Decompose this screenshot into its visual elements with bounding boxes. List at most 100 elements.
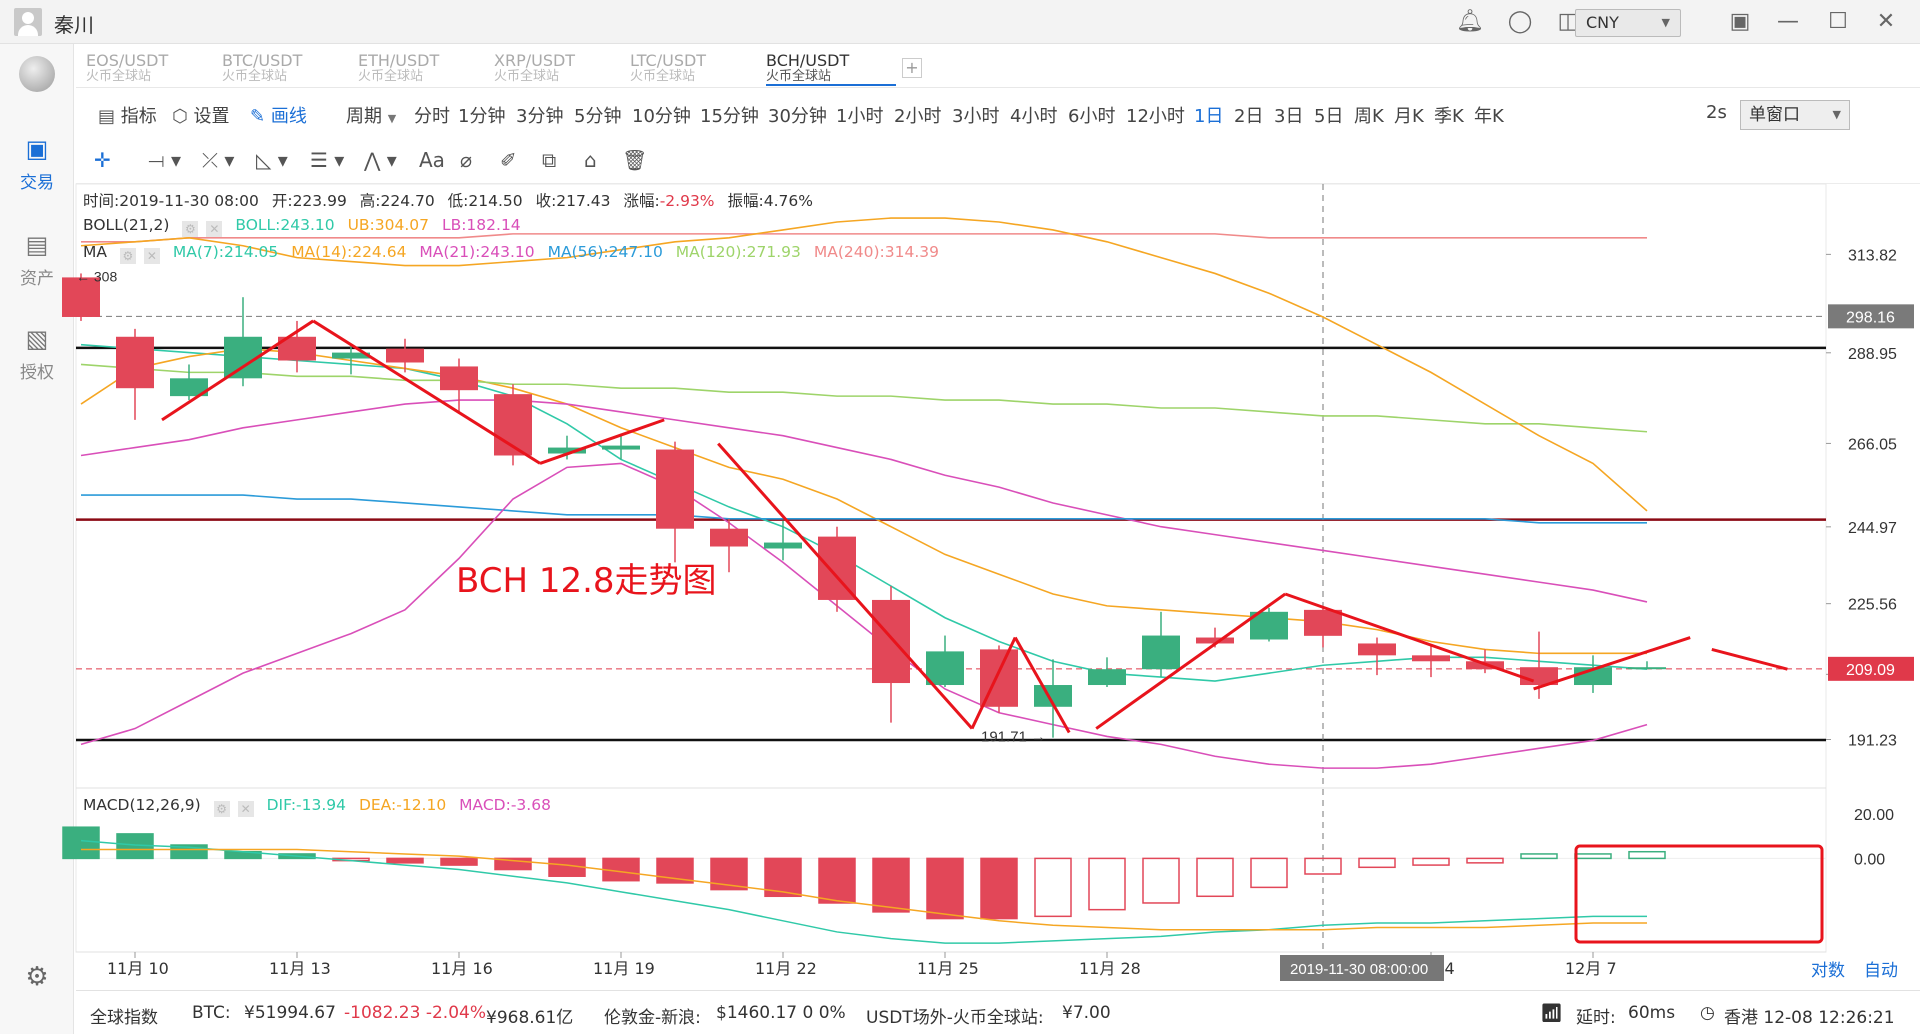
info-close: 收:217.43 [535, 192, 611, 210]
boll-info: BOLL(21,2) ⚙ ✕ BOLL:243.10 UB:304.07 LB:1… [83, 216, 529, 237]
candle-body [602, 445, 640, 450]
trend-arrow [539, 418, 665, 465]
macd-dea: DEA:-12.10 [358, 796, 447, 814]
macd-tick-label: 0.00 [1854, 851, 1885, 868]
ma14-value: MA(14):224.64 [291, 243, 407, 261]
macd-bar [926, 857, 964, 920]
x-tick-label: 11月 25 [917, 959, 979, 978]
close-icon[interactable]: ✕ [206, 221, 223, 237]
btc-volume: ¥968.61亿 [486, 1008, 574, 1028]
macd-bar [656, 857, 694, 884]
candle-body [1304, 609, 1342, 636]
ma-name: MA [83, 243, 107, 261]
info-amplitude: 振幅:4.76% [727, 192, 813, 210]
ma21-value: MA(21):243.10 [419, 243, 535, 261]
auto-scale-toggle[interactable]: 自动 [1864, 961, 1898, 981]
macd-dif: DIF:-13.94 [266, 796, 347, 814]
macd-bar [1628, 850, 1666, 860]
price-tag-1: 209.09 [1846, 662, 1895, 679]
settings-icon[interactable]: ⚙ [213, 801, 230, 817]
candle-body [872, 599, 910, 684]
trend-arrow [1095, 592, 1287, 730]
ma120-value: MA(120):271.93 [675, 243, 801, 261]
x-tick-label: 11月 13 [269, 959, 331, 978]
trend-arrow [161, 319, 315, 422]
log-scale-toggle[interactable]: 对数 [1811, 961, 1845, 981]
crosshair-time: 2019-11-30 08:00:00 [1290, 961, 1428, 978]
macd-bar [1358, 857, 1396, 869]
chart-title: BCH 12.8走势图 [456, 561, 717, 601]
y-tick-label: 313.82 [1848, 247, 1897, 264]
candle-body [764, 542, 802, 549]
candle-body [1628, 667, 1666, 670]
info-change: -2.93% [659, 192, 715, 210]
macd-value: MACD:-3.68 [459, 796, 551, 814]
settings-icon[interactable]: ⚙ [119, 248, 136, 264]
macd-name: MACD(12,26,9) [83, 796, 201, 814]
macd-bar [1412, 857, 1450, 866]
macd-bar [440, 857, 478, 866]
macd-bar [872, 857, 910, 913]
wifi-icon: 📶︎ [1540, 1003, 1563, 1024]
btc-price: ¥51994.67 [244, 1003, 336, 1023]
candle-body [1142, 635, 1180, 670]
info-open: 开:223.99 [271, 192, 347, 210]
y-tick-label: 225.56 [1848, 597, 1897, 614]
macd-dea-line [81, 848, 1647, 931]
region-time: 香港 12-08 12:26:21 [1724, 1008, 1895, 1028]
close-icon[interactable]: ✕ [143, 248, 160, 264]
price-tag-0: 298.16 [1846, 309, 1895, 326]
london-gold-value: $1460.17 0 0% [716, 1003, 846, 1023]
info-low: 低:214.50 [447, 192, 523, 210]
macd-bar [1466, 857, 1504, 864]
ma-line-7 [80, 462, 1648, 769]
candle-body [1412, 655, 1450, 662]
macd-bar [1088, 857, 1126, 911]
clock-icon: ◷ [1700, 1003, 1715, 1023]
candle-body [440, 366, 478, 391]
info-high: 高:224.70 [359, 192, 435, 210]
status-bar: 全球指数 BTC: ¥51994.67 -1082.23 -2.04% ¥968… [76, 990, 1920, 1034]
candle-body [926, 651, 964, 686]
high-label: ← 308 [76, 268, 117, 284]
trend-arrow [312, 319, 541, 465]
close-icon[interactable]: ✕ [237, 801, 254, 817]
highlight-box [1574, 844, 1824, 944]
y-tick-label: 244.97 [1848, 520, 1897, 537]
boll-ub: UB:304.07 [347, 216, 429, 234]
macd-bar [1520, 853, 1558, 860]
macd-bar [1034, 857, 1072, 918]
candle-body [386, 348, 424, 363]
info-time: 时间:2019-11-30 08:00 [83, 192, 259, 210]
y-tick-label: 191.23 [1848, 733, 1897, 750]
trend-arrow [717, 442, 974, 730]
btc-label: BTC: [192, 1003, 231, 1023]
ma-line-4 [80, 363, 1648, 433]
macd-bar [386, 857, 424, 864]
ma240-value: MA(240):314.39 [813, 243, 939, 261]
usdt-value: ¥7.00 [1062, 1003, 1111, 1023]
macd-tick-label: 20.00 [1854, 807, 1894, 824]
kline-chart[interactable]: 313.82288.95266.05244.97225.56207.70191.… [0, 0, 1920, 1034]
macd-bar [1196, 857, 1234, 898]
candle-body [1358, 643, 1396, 656]
boll-mid: BOLL:243.10 [235, 216, 335, 234]
macd-bar [818, 857, 856, 904]
ma-info: MA ⚙ ✕ MA(7):214.05 MA(14):224.64 MA(21):… [83, 243, 947, 264]
x-tick-label: 11月 16 [431, 959, 493, 978]
latency-value: 60ms [1628, 1003, 1676, 1023]
global-index[interactable]: 全球指数 [90, 1003, 158, 1028]
x-tick-label: 11月 19 [593, 959, 655, 978]
chart-frame [75, 183, 1827, 953]
macd-info: MACD(12,26,9) ⚙ ✕ DIF:-13.94 DEA:-12.10 M… [83, 796, 559, 817]
x-tick-label: 11月 22 [755, 959, 817, 978]
ma56-value: MA(56):247.10 [547, 243, 663, 261]
btc-change: -1082.23 -2.04% [344, 1003, 486, 1023]
trend-arrow [1711, 647, 1788, 671]
candle-body [710, 528, 748, 547]
y-tick-label: 266.05 [1848, 436, 1897, 453]
settings-icon[interactable]: ⚙ [182, 221, 199, 237]
x-tick-label: 11月 10 [107, 959, 169, 978]
low-label: 191.71 → [981, 729, 1046, 746]
ma7-value: MA(7):214.05 [172, 243, 279, 261]
